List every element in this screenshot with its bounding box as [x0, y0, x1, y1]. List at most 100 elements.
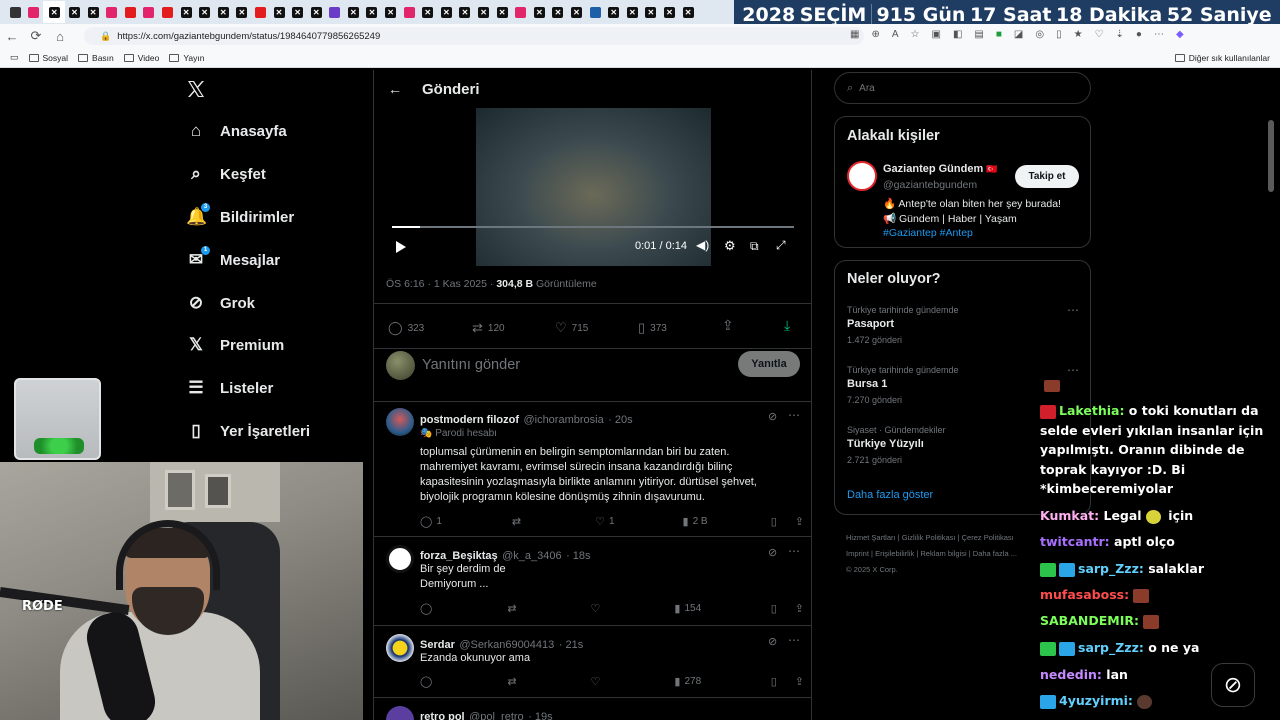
- footer-link[interactable]: Gizlilik Politikası: [902, 533, 956, 542]
- heart-icon[interactable]: ♡: [595, 515, 605, 528]
- person-handle[interactable]: @gaziantebgundem: [883, 179, 977, 191]
- reply-icon[interactable]: ◯: [420, 515, 432, 528]
- volume-icon[interactable]: ◀): [696, 238, 709, 252]
- footer-link[interactable]: Hizmet Şartları: [846, 533, 896, 542]
- bookmark-folder-video[interactable]: Video: [123, 53, 159, 63]
- settings-gear-icon[interactable]: ⚙: [724, 238, 736, 254]
- reply-time[interactable]: · 19s: [528, 711, 552, 720]
- browser-tab[interactable]: ✕: [43, 1, 66, 23]
- reply-author-handle[interactable]: @k_a_3406: [502, 550, 562, 562]
- grok-icon[interactable]: ⊘: [768, 546, 777, 559]
- footer-link[interactable]: Imprint: [846, 549, 869, 558]
- reply-tweet[interactable]: forza_Beşiktaş @k_a_3406 · 18s ⊘ ⋯ Bir ş…: [374, 536, 811, 624]
- person-hashtags[interactable]: #Gaziantep #Antep: [883, 227, 973, 239]
- url-input[interactable]: 🔒 https://x.com/gaziantebgundem/status/1…: [84, 27, 864, 45]
- grok-icon[interactable]: ⊘: [768, 635, 777, 648]
- profile-avatar[interactable]: ●: [1136, 29, 1142, 40]
- share-icon[interactable]: ⇪: [795, 515, 804, 528]
- more-options-icon[interactable]: ⋯: [788, 544, 800, 558]
- views-icon[interactable]: ▮: [683, 515, 689, 528]
- reply-author-name[interactable]: forza_Beşiktaş: [420, 550, 498, 562]
- search-input[interactable]: ⌕ Ara: [834, 72, 1091, 104]
- browser-tab[interactable]: ✕: [437, 1, 456, 23]
- repost-icon[interactable]: ⇄: [512, 515, 521, 528]
- browser-tab[interactable]: ✕: [679, 1, 698, 23]
- browser-tab[interactable]: ✕: [65, 1, 84, 23]
- browser-tab[interactable]: [121, 1, 140, 23]
- browser-tab[interactable]: ✕: [623, 1, 642, 23]
- split-screen-icon[interactable]: ▯: [1056, 29, 1062, 40]
- reply-author-name[interactable]: Serdar: [420, 639, 455, 651]
- share-icon[interactable]: ⇪: [722, 317, 734, 334]
- browser-tab[interactable]: ✕: [456, 1, 475, 23]
- browser-tab[interactable]: [25, 1, 44, 23]
- reply-author-name[interactable]: retro pol: [420, 711, 465, 720]
- browser-tab[interactable]: [586, 1, 605, 23]
- copilot-icon[interactable]: ◆: [1176, 29, 1184, 40]
- collections-icon[interactable]: ♡: [1095, 29, 1104, 40]
- extension-icon[interactable]: ▣: [931, 29, 940, 40]
- show-more-link[interactable]: Daha fazla göster: [847, 489, 933, 501]
- browser-tab[interactable]: ✕: [307, 1, 326, 23]
- browser-tab[interactable]: ✕: [84, 1, 103, 23]
- video-progress-track[interactable]: [392, 226, 794, 228]
- bookmark-icon-button[interactable]: ▭: [10, 52, 19, 63]
- browser-tab[interactable]: ✕: [214, 1, 233, 23]
- browser-tab[interactable]: [326, 1, 345, 23]
- like-button[interactable]: ♡ 715: [555, 320, 588, 336]
- reply-author-name[interactable]: postmodern filozof: [420, 414, 519, 426]
- browser-tab[interactable]: ✕: [418, 1, 437, 23]
- browser-tab[interactable]: ✕: [270, 1, 289, 23]
- more-options-icon[interactable]: ⋯: [788, 633, 800, 647]
- browser-tab[interactable]: ✕: [363, 1, 382, 23]
- reply-time[interactable]: · 18s: [566, 550, 590, 562]
- back-icon[interactable]: ←: [0, 24, 24, 48]
- extension-icon[interactable]: ▤: [974, 29, 983, 40]
- heart-icon[interactable]: ♡: [591, 602, 601, 615]
- bookmark-folder-basin[interactable]: Basın: [78, 53, 114, 63]
- browser-tab[interactable]: ✕: [660, 1, 679, 23]
- page-scrollbar[interactable]: [1268, 120, 1274, 192]
- apps-icon[interactable]: ▦: [850, 29, 859, 40]
- browser-tab[interactable]: ✕: [344, 1, 363, 23]
- browser-tab[interactable]: ✕: [642, 1, 661, 23]
- views-icon[interactable]: ▮: [674, 602, 680, 615]
- bookmark-button[interactable]: ▯ 373: [638, 320, 667, 336]
- extension-icon[interactable]: ◎: [1035, 29, 1044, 40]
- browser-tab[interactable]: ✕: [195, 1, 214, 23]
- browser-tab[interactable]: [511, 1, 530, 23]
- reply-author-handle[interactable]: @Serkan69004413: [459, 639, 554, 651]
- back-arrow-icon[interactable]: ←: [388, 81, 402, 97]
- more-options-icon[interactable]: ⋯: [1067, 303, 1079, 317]
- other-bookmarks[interactable]: Diğer sık kullanılanlar: [1174, 53, 1270, 63]
- play-icon[interactable]: [396, 241, 406, 253]
- browser-tab[interactable]: [6, 1, 25, 23]
- browser-tab[interactable]: ✕: [288, 1, 307, 23]
- x-logo-icon[interactable]: [186, 79, 208, 101]
- nav-item-listeler[interactable]: ☰ Listeler: [186, 378, 273, 398]
- grok-icon[interactable]: ⊘: [768, 410, 777, 423]
- browser-tab[interactable]: [102, 1, 121, 23]
- more-options-icon[interactable]: ⋯: [788, 408, 800, 422]
- nav-item-yer-i-şaretleri[interactable]: ▯ Yer İşaretleri: [186, 421, 310, 441]
- footer-link[interactable]: Erişilebilirlik: [875, 549, 914, 558]
- footer-link[interactable]: Reklam bilgisi: [920, 549, 966, 558]
- browser-tab[interactable]: ✕: [530, 1, 549, 23]
- bookmark-icon[interactable]: ▯: [771, 602, 777, 615]
- refresh-icon[interactable]: ⟳: [24, 24, 48, 48]
- views-icon[interactable]: ▮: [674, 675, 680, 688]
- browser-tab[interactable]: ✕: [549, 1, 568, 23]
- browser-tab[interactable]: ✕: [381, 1, 400, 23]
- nav-item-premium[interactable]: 𝕏 Premium: [186, 335, 284, 355]
- reply-tweet[interactable]: postmodern filozof @ichorambrosia · 20s …: [374, 401, 811, 535]
- pip-icon[interactable]: ⧉: [750, 239, 759, 254]
- home-browser-icon[interactable]: ⌂: [48, 24, 72, 48]
- reply-time[interactable]: · 20s: [608, 414, 632, 426]
- reply-icon[interactable]: ◯: [420, 675, 432, 688]
- nav-item-bildirimler[interactable]: 🔔 3 Bildirimler: [186, 203, 294, 227]
- favorites-icon[interactable]: ★: [1074, 29, 1083, 40]
- menu-icon[interactable]: ⋯: [1154, 29, 1164, 40]
- heart-icon[interactable]: ♡: [591, 675, 601, 688]
- grok-floating-button[interactable]: ⊘: [1211, 663, 1255, 707]
- download-icon[interactable]: ⤓: [784, 317, 790, 334]
